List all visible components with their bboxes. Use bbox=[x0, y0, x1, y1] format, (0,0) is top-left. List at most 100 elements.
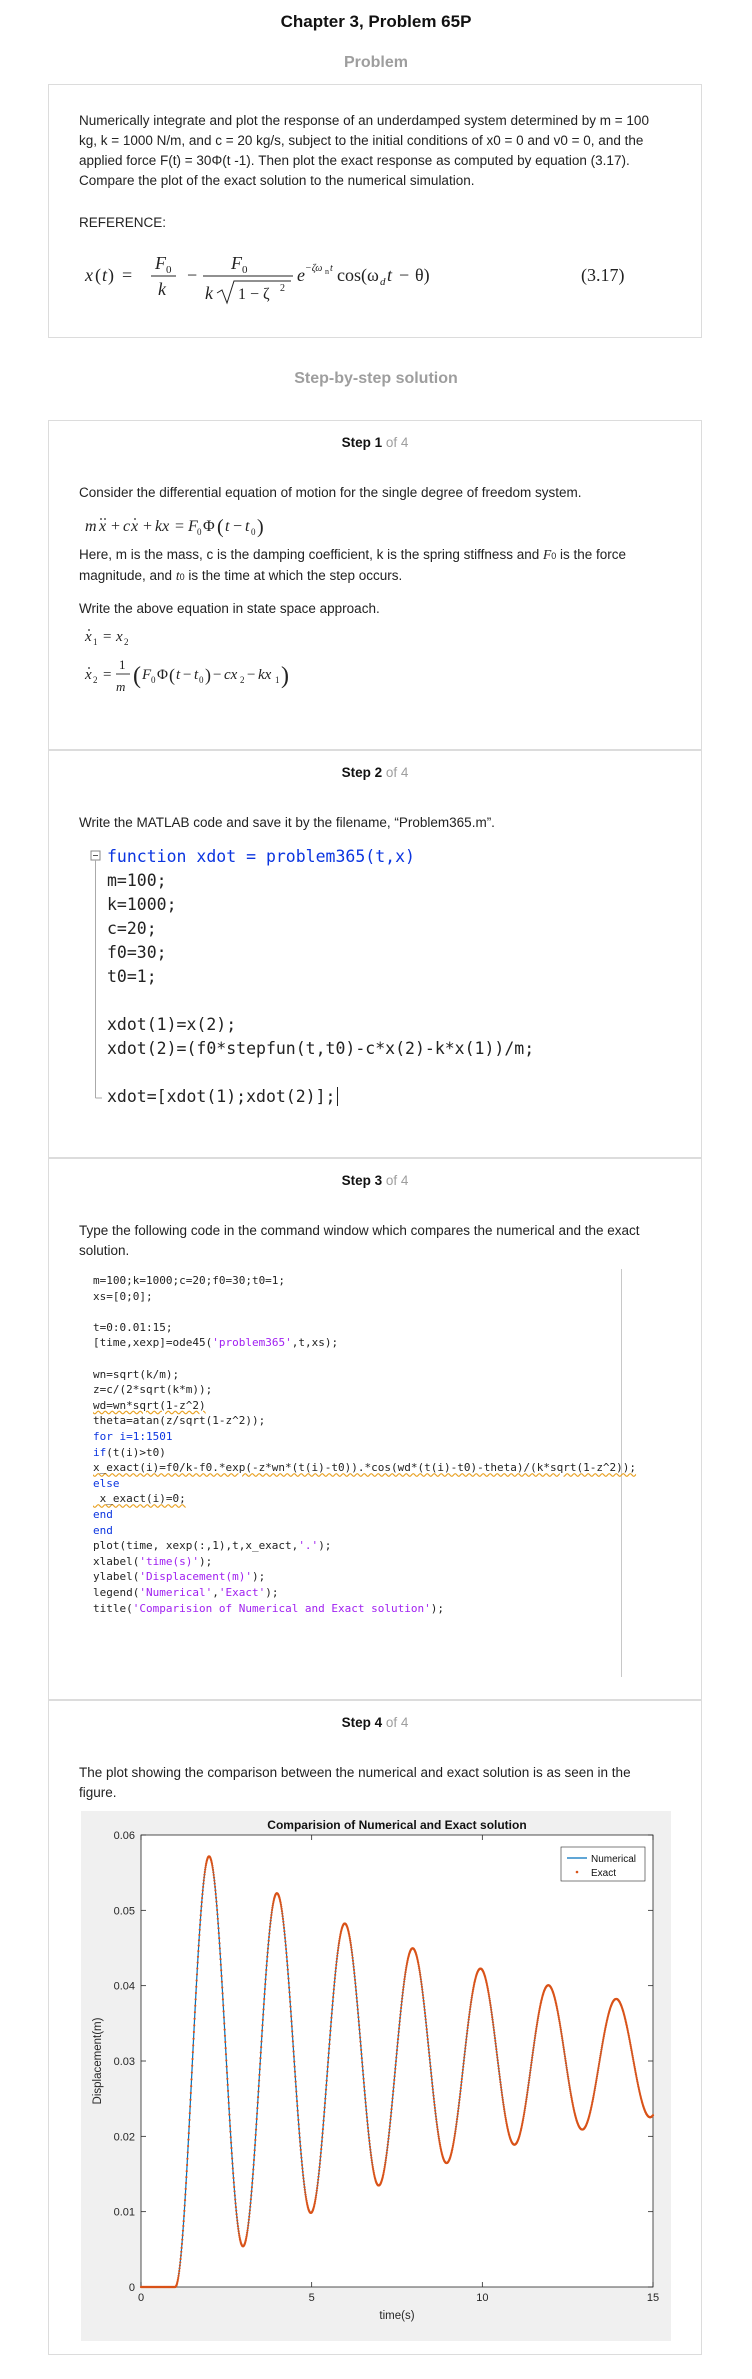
exact-point bbox=[326, 2065, 329, 2068]
exact-point bbox=[490, 2008, 493, 2011]
exact-point bbox=[456, 2115, 459, 2118]
exact-point bbox=[349, 1943, 353, 1947]
exact-point bbox=[358, 2028, 361, 2031]
step-4-card: Step 4 of 4 The plot showing the compari… bbox=[48, 1700, 702, 2355]
exact-point bbox=[421, 1991, 424, 1994]
cmd-line-8: z=c/(2*sqrt(k*m)); bbox=[93, 1383, 213, 1397]
exact-point bbox=[561, 2037, 564, 2040]
exact-point bbox=[465, 2032, 469, 2035]
exact-point bbox=[451, 2144, 455, 2147]
svg-text:m: m bbox=[85, 518, 97, 535]
exact-point bbox=[227, 2095, 230, 2098]
exact-point bbox=[185, 2176, 188, 2179]
step-3-header: Step 3 of 4 bbox=[49, 1173, 701, 1188]
exact-point bbox=[367, 2136, 371, 2139]
exact-point bbox=[531, 2056, 534, 2059]
exact-point bbox=[460, 2083, 463, 2087]
exact-point bbox=[361, 2065, 364, 2068]
svg-text:): ) bbox=[281, 663, 289, 689]
x-tick-label: 5 bbox=[309, 2292, 315, 2304]
exact-point bbox=[292, 2050, 295, 2053]
exact-point bbox=[325, 2079, 328, 2082]
exact-point bbox=[632, 2060, 635, 2063]
exact-point bbox=[459, 2086, 462, 2090]
exact-point bbox=[528, 2079, 531, 2082]
exact-point bbox=[387, 2140, 390, 2143]
exact-point bbox=[464, 2044, 467, 2047]
exact-point bbox=[322, 2115, 326, 2118]
exact-point bbox=[227, 2107, 231, 2110]
exact-point bbox=[348, 1935, 351, 1938]
exact-point bbox=[390, 2108, 393, 2111]
exact-point bbox=[303, 2183, 306, 2186]
exact-point bbox=[467, 2018, 470, 2021]
exact-point bbox=[355, 1996, 358, 1999]
exact-point bbox=[203, 1873, 206, 1876]
exact-point bbox=[255, 2117, 258, 2121]
exact-point bbox=[562, 2048, 566, 2051]
exact-point bbox=[301, 2170, 304, 2174]
equation-3-17: x(t) = F0 k − F0 k 1 − ζ2 e −ζω n t cos(ω d… bbox=[84, 253, 430, 305]
exact-point bbox=[428, 2054, 431, 2058]
exact-point bbox=[225, 2059, 228, 2062]
exact-point bbox=[523, 2107, 527, 2110]
exact-point bbox=[292, 2055, 296, 2058]
exact-point bbox=[198, 1933, 201, 1937]
exact-point bbox=[386, 2146, 389, 2149]
exact-point bbox=[500, 2088, 503, 2092]
exact-point bbox=[252, 2158, 256, 2162]
exact-point bbox=[293, 2060, 296, 2063]
exact-point bbox=[287, 1972, 290, 1976]
exact-point bbox=[320, 2144, 323, 2147]
svg-text:x: x bbox=[98, 518, 106, 535]
exact-point bbox=[566, 2071, 569, 2074]
exact-point bbox=[360, 2057, 363, 2060]
exact-point bbox=[496, 2059, 499, 2062]
exact-point bbox=[230, 2141, 233, 2144]
exact-point bbox=[299, 2144, 302, 2147]
y-tick-label: 0.02 bbox=[114, 2131, 135, 2143]
exact-point bbox=[219, 1952, 222, 1955]
exact-point bbox=[425, 2024, 428, 2027]
exact-point bbox=[393, 2071, 397, 2074]
step-4-text-1: The plot showing the comparison between … bbox=[79, 1765, 631, 1800]
exact-point bbox=[560, 2034, 563, 2038]
exact-point bbox=[567, 2077, 570, 2080]
exact-point bbox=[559, 2028, 562, 2031]
exact-point bbox=[468, 2013, 471, 2016]
exact-point bbox=[367, 2130, 370, 2133]
exact-point bbox=[233, 2190, 236, 2193]
exact-point bbox=[356, 2008, 359, 2011]
exact-point bbox=[220, 1980, 223, 1983]
exact-point bbox=[316, 2187, 319, 2190]
exact-point bbox=[251, 2172, 255, 2176]
exact-point bbox=[384, 2159, 387, 2162]
exact-point bbox=[197, 1950, 200, 1953]
exact-point bbox=[255, 2112, 259, 2115]
exact-point bbox=[254, 2128, 258, 2131]
exact-point bbox=[369, 2151, 372, 2154]
exact-point bbox=[224, 2040, 227, 2044]
exact-point bbox=[567, 2079, 570, 2083]
exact-point bbox=[370, 2159, 373, 2162]
exact-point bbox=[566, 2075, 570, 2078]
exact-point bbox=[504, 2118, 507, 2121]
svg-text:2: 2 bbox=[240, 675, 245, 685]
exact-point bbox=[258, 2073, 261, 2076]
step-1-text-1: Consider the differential equation of mo… bbox=[79, 485, 582, 500]
svg-text:0: 0 bbox=[242, 264, 248, 276]
exact-point bbox=[419, 1975, 422, 1979]
exact-point bbox=[499, 2081, 502, 2084]
y-axis-label: Displacement(m) bbox=[92, 2017, 104, 2104]
cmd-line-13: x_exact(i)=f0/k-f0.*exp(-z*wn*(t(i)-t0))… bbox=[93, 1461, 637, 1475]
exact-point bbox=[417, 1963, 420, 1966]
exact-point bbox=[196, 1955, 200, 1958]
svg-text:−: − bbox=[247, 667, 255, 683]
exact-point bbox=[304, 2195, 307, 2198]
chart-title: Comparision of Numerical and Exact solut… bbox=[267, 1818, 526, 1832]
exact-point bbox=[220, 1974, 223, 1978]
code-line-2: m=100; bbox=[107, 871, 167, 890]
exact-point bbox=[187, 2144, 190, 2148]
exact-point bbox=[597, 2067, 600, 2070]
exact-point bbox=[222, 2016, 226, 2019]
